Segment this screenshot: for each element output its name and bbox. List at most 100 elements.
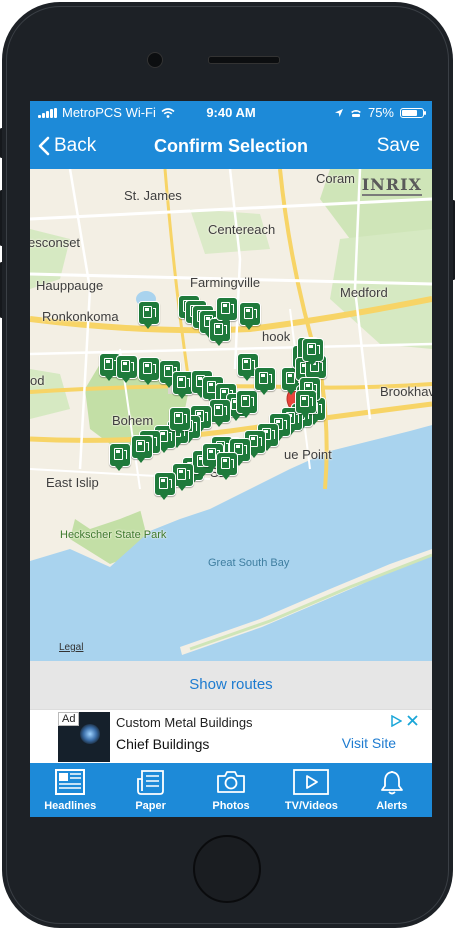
close-icon[interactable] [407,715,418,726]
inrix-logo: INRIX [361,175,422,196]
play-icon [293,769,330,795]
gas-nozzle-icon [153,308,156,317]
gas-station-icon [242,358,251,370]
gas-station-marker[interactable] [216,297,238,325]
map-view[interactable]: INRIX Coram St. James Centereach esconse… [30,169,432,661]
gas-station-marker[interactable] [302,338,324,366]
gas-station-marker[interactable] [138,357,160,385]
gas-nozzle-icon [154,437,157,446]
gas-station-icon [244,307,253,319]
gas-station-marker[interactable] [209,399,231,427]
water-label: Great South Bay [208,557,290,569]
gas-station-marker[interactable] [254,367,276,395]
tab-headlines[interactable]: Headlines [30,763,110,817]
ad-headline[interactable]: Custom Metal Buildings [116,715,253,730]
tab-paper[interactable]: Paper [110,763,190,817]
gas-nozzle-icon [169,432,172,441]
place-label: St. James [124,188,182,203]
gas-station-marker[interactable] [236,390,258,418]
gas-station-icon [300,395,309,407]
gas-nozzle-icon [131,362,134,371]
gas-nozzle-icon [184,414,187,423]
tab-bar: Headlines Paper Photos TV/Videos Alerts [30,763,432,817]
gas-nozzle-icon [224,325,227,334]
adchoices-icon[interactable] [390,715,402,727]
gas-station-icon [259,372,268,384]
gas-nozzle-icon [231,459,234,468]
screen: MetroPCS Wi-Fi 9:40 AM 75% Back Confirm … [30,101,432,817]
gas-nozzle-icon [269,374,272,383]
gas-station-icon [221,457,230,469]
place-label: Bohem [112,413,154,428]
gas-nozzle-icon [296,414,299,423]
camera-icon [217,771,245,793]
legal-link[interactable]: Legal [59,642,83,653]
ad-advertiser[interactable]: Chief Buildings [116,736,209,752]
gas-station-icon [207,448,216,460]
newspaper-icon [55,769,86,795]
gas-station-icon [121,360,130,372]
gas-nozzle-icon [124,450,127,459]
gas-station-icon [143,362,152,374]
gas-nozzle-icon [272,430,275,439]
gas-station-icon [286,372,295,384]
location-arrow-icon [334,108,343,117]
gas-nozzle-icon [254,309,257,318]
gas-station-icon [104,358,113,370]
tab-photos[interactable]: Photos [191,763,271,817]
ad-badge: Ad [58,712,80,726]
gas-station-icon [177,468,186,480]
gas-station-marker[interactable] [169,407,191,435]
ad-banner[interactable]: Ad Custom Metal Buildings Chief Building… [30,709,432,764]
back-button[interactable]: Back [38,135,96,157]
place-label: Centereach [208,222,276,237]
show-routes-button[interactable]: Show routes [30,661,432,709]
gas-station-marker[interactable] [216,452,238,480]
gas-station-icon [136,440,145,452]
chevron-left-icon [38,136,50,156]
gas-nozzle-icon [251,397,254,406]
place-label: Medford [340,285,388,300]
back-label: Back [54,135,97,156]
gas-station-icon [307,343,316,355]
gas-nozzle-icon [153,364,156,373]
gas-station-icon [241,395,250,407]
gas-nozzle-icon [244,445,247,454]
front-camera [147,52,163,68]
place-label: esconset [30,235,81,250]
place-label: od [30,373,45,388]
gas-station-marker[interactable] [116,355,138,383]
gas-nozzle-icon [205,412,208,421]
park-label: Heckscher State Park [60,529,167,541]
tab-tv-videos[interactable]: TV/Videos [271,763,351,817]
tab-label: Photos [212,800,250,812]
visit-site-button[interactable]: Visit Site [342,735,396,751]
place-label: Farmingville [190,275,261,290]
nav-bar: Back Confirm Selection Save [30,123,432,169]
gas-nozzle-icon [187,470,190,479]
gas-station-marker[interactable] [239,302,261,330]
gas-station-icon [143,306,152,318]
gas-station-marker[interactable] [109,443,131,471]
gas-station-marker[interactable] [295,390,317,418]
tab-label: Alerts [376,800,408,812]
gas-station-marker[interactable] [131,435,153,463]
gas-nozzle-icon [169,479,172,488]
gas-nozzle-icon [319,404,322,413]
place-label: Hauppauge [36,278,104,293]
gas-station-marker[interactable] [154,472,176,500]
gas-station-icon [221,302,230,314]
tab-label: Paper [135,800,166,812]
gas-station-marker[interactable] [138,301,160,329]
gas-nozzle-icon [320,362,323,371]
gas-station-icon [174,412,183,424]
place-label: Coram [316,171,356,186]
gas-nozzle-icon [310,397,313,406]
gas-nozzle-icon [187,378,190,387]
save-button[interactable]: Save [377,135,420,157]
home-button[interactable] [193,835,261,903]
place-label: Ronkonkoma [42,309,119,324]
phone-frame: MetroPCS Wi-Fi 9:40 AM 75% Back Confirm … [0,0,455,930]
tab-alerts[interactable]: Alerts [352,763,432,817]
gas-nozzle-icon [231,304,234,313]
